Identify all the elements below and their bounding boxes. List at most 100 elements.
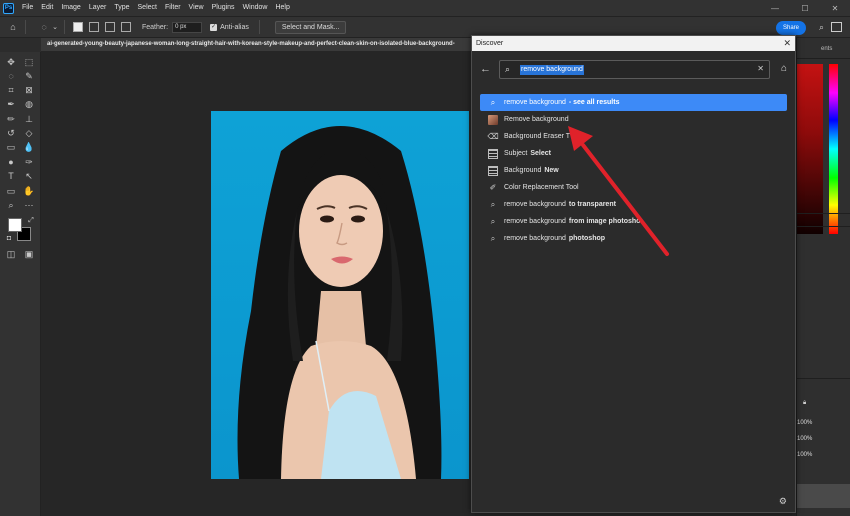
- layer-opacity-field[interactable]: 100%: [797, 450, 817, 460]
- panel-tab-label[interactable]: ents: [821, 46, 832, 52]
- home-icon[interactable]: ⌂: [6, 20, 20, 34]
- zoom-tool-icon[interactable]: ⌕: [4, 199, 18, 211]
- feather-input[interactable]: 0 px: [172, 21, 203, 33]
- swap-colors-icon[interactable]: ⤢: [24, 215, 38, 227]
- foreground-color-swatch[interactable]: [8, 218, 22, 232]
- history-brush-icon[interactable]: ↺: [4, 127, 18, 139]
- menu-edit[interactable]: Edit: [37, 0, 57, 16]
- blur-tool-icon[interactable]: 💧: [22, 141, 36, 153]
- select-and-mask-button[interactable]: Select and Mask...: [274, 20, 347, 34]
- search-icon: ⌕: [490, 199, 496, 209]
- result-suffix: Select: [530, 150, 551, 157]
- screen-mode-icon[interactable]: ▣: [22, 248, 36, 260]
- search-icon: ⌕: [490, 233, 496, 243]
- menu-layer[interactable]: Layer: [85, 0, 111, 16]
- discover-search-box[interactable]: ⌕ remove background ✕: [499, 60, 770, 79]
- divider: [258, 20, 260, 34]
- color-picker-field[interactable]: [797, 64, 823, 234]
- divider: [25, 20, 26, 34]
- close-icon[interactable]: ✕: [783, 36, 791, 51]
- maximize-button[interactable]: ☐: [790, 0, 820, 16]
- back-arrow-icon[interactable]: ←: [480, 63, 491, 75]
- intersect-selection-icon[interactable]: [121, 22, 131, 32]
- share-button[interactable]: Share: [776, 21, 806, 35]
- menu-plugins[interactable]: Plugins: [208, 0, 239, 16]
- move-tool-icon[interactable]: ✥: [4, 56, 18, 68]
- result-suffix: to transparent: [568, 201, 616, 208]
- workspace-icon[interactable]: [831, 22, 842, 32]
- shape-tool-icon[interactable]: ▭: [4, 185, 18, 197]
- menu-type[interactable]: Type: [110, 0, 133, 16]
- healing-tool-icon[interactable]: ◍: [22, 98, 36, 110]
- fill-field[interactable]: 100%: [797, 434, 817, 444]
- gradient-tool-icon[interactable]: ▭: [4, 141, 18, 153]
- home-icon[interactable]: ⌂: [781, 63, 787, 74]
- document-image[interactable]: [211, 111, 469, 479]
- grid-icon: [488, 165, 498, 176]
- result-see-all[interactable]: ⌕ remove background - see all results: [480, 94, 787, 111]
- menu-view[interactable]: View: [185, 0, 208, 16]
- default-colors-icon[interactable]: ◘: [2, 232, 16, 244]
- frame-tool-icon[interactable]: ⊠: [22, 84, 36, 96]
- result-background-eraser[interactable]: ⌫ Background Eraser T: [480, 128, 787, 145]
- lasso-tool-icon[interactable]: ◌: [4, 70, 18, 82]
- antialias-checkbox[interactable]: ✓: [210, 23, 218, 31]
- new-selection-icon[interactable]: [73, 22, 83, 32]
- type-tool-icon[interactable]: T: [4, 170, 18, 182]
- hand-tool-icon[interactable]: ✋: [22, 185, 36, 197]
- subtract-selection-icon[interactable]: [105, 22, 115, 32]
- eraser-tool-icon[interactable]: ◇: [22, 127, 36, 139]
- crop-tool-icon[interactable]: ⌗: [4, 84, 18, 96]
- lock-icon[interactable]: 🔒︎: [803, 400, 806, 407]
- discover-panel: Discover ✕ ← ⌕ remove background ✕ ⌂ ⌕ r…: [471, 35, 796, 513]
- opacity-field[interactable]: 100%: [797, 418, 817, 428]
- pen-tool-icon[interactable]: ✑: [22, 156, 36, 168]
- document-tab[interactable]: ai-generated-young-beauty-japanese-woman…: [41, 38, 471, 51]
- more-tools-icon[interactable]: ⋯: [22, 199, 36, 211]
- result-text: remove background: [504, 235, 566, 242]
- result-remove-background[interactable]: Remove background: [480, 111, 787, 128]
- close-window-button[interactable]: ✕: [820, 0, 850, 16]
- search-results: ⌕ remove background - see all results Re…: [480, 94, 787, 247]
- menu-select[interactable]: Select: [134, 0, 161, 16]
- layer-row[interactable]: [797, 484, 850, 508]
- divider: [797, 226, 850, 227]
- eyedropper-tool-icon[interactable]: ✒: [4, 98, 18, 110]
- photoshop-logo-icon[interactable]: Ps: [3, 2, 14, 14]
- result-from-image[interactable]: ⌕ remove background from image photosho: [480, 213, 787, 230]
- search-icon: ⌕: [490, 97, 496, 107]
- search-icon[interactable]: ⌕: [819, 22, 824, 33]
- quick-mask-icon[interactable]: ◫: [4, 248, 18, 260]
- gear-icon[interactable]: ⚙: [779, 496, 787, 507]
- clear-icon[interactable]: ✕: [757, 64, 764, 73]
- result-background-new[interactable]: Background New: [480, 162, 787, 179]
- marquee-tool-icon[interactable]: ⬚: [22, 56, 36, 68]
- result-photoshop[interactable]: ⌕ remove background photoshop: [480, 230, 787, 247]
- quick-select-tool-icon[interactable]: ✎: [22, 70, 36, 82]
- result-color-replacement[interactable]: ✐ Color Replacement Tool: [480, 179, 787, 196]
- menu-file[interactable]: File: [18, 0, 37, 16]
- result-text: remove background: [504, 99, 566, 106]
- result-suffix: New: [544, 167, 559, 174]
- menu-window[interactable]: Window: [239, 0, 272, 16]
- dodge-tool-icon[interactable]: ●: [4, 156, 18, 168]
- result-text: remove background: [504, 218, 566, 225]
- result-subject-select[interactable]: Subject Select: [480, 145, 787, 162]
- menu-filter[interactable]: Filter: [161, 0, 185, 16]
- thumbnail-icon: [488, 114, 498, 125]
- hue-slider[interactable]: [829, 64, 838, 234]
- path-select-tool-icon[interactable]: ↖: [22, 170, 36, 182]
- stamp-tool-icon[interactable]: ⊥: [22, 113, 36, 125]
- result-to-transparent[interactable]: ⌕ remove background to transparent: [480, 196, 787, 213]
- menu-image[interactable]: Image: [57, 0, 84, 16]
- minimize-button[interactable]: —: [760, 0, 790, 16]
- result-text: Subject: [504, 150, 528, 157]
- add-selection-icon[interactable]: [89, 22, 99, 32]
- lasso-tool-icon[interactable]: ◌: [37, 20, 51, 34]
- brush-tool-icon[interactable]: ✏: [4, 113, 18, 125]
- menu-help[interactable]: Help: [271, 0, 293, 16]
- discover-title: Discover: [476, 40, 504, 47]
- result-suffix: - see all results: [568, 99, 620, 106]
- discover-search-input[interactable]: remove background: [520, 65, 584, 75]
- chevron-down-icon[interactable]: ⌄: [51, 20, 59, 34]
